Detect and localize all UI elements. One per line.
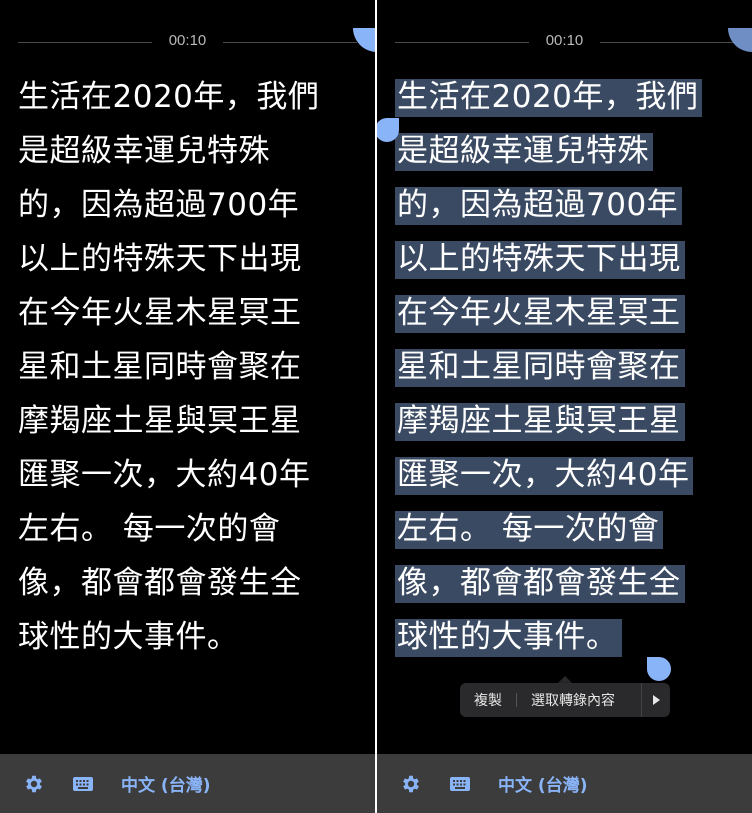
transcript-line: 在今年火星木星冥王: [395, 295, 685, 333]
gear-icon[interactable]: [20, 770, 48, 798]
transcript-line: 摩羯座土星與冥王星: [395, 403, 685, 441]
transcript-line: 以上的特殊天下出現: [18, 241, 302, 277]
transcript-screen-right: 00:10 生活在2020年，我們 是超級幸運兒特殊 的，因為超過700年 以上…: [377, 0, 752, 813]
transcript-line: 生活在2020年，我們: [18, 79, 320, 115]
transcript-line: 球性的大事件。: [395, 619, 622, 657]
transcript-line: 以上的特殊天下出現: [395, 241, 685, 279]
select-transcript-menu-item[interactable]: 選取轉錄內容: [517, 690, 629, 710]
transcript-text-selected[interactable]: 生活在2020年，我們 是超級幸運兒特殊 的，因為超過700年 以上的特殊天下出…: [395, 70, 740, 664]
transcript-screen-left: 00:10 生活在2020年，我們 是超級幸運兒特殊 的，因為超過700年 以上…: [0, 0, 375, 813]
copy-menu-item[interactable]: 複製: [460, 690, 516, 710]
context-menu-pointer: [558, 676, 572, 683]
transcript-line: 摩羯座土星與冥王星: [18, 403, 302, 439]
transcript-line: 匯聚一次，大約40年: [395, 457, 694, 495]
keyboard-icon[interactable]: [69, 770, 97, 798]
timer-divider-right: [223, 42, 357, 43]
selection-context-menu: 複製 選取轉錄內容: [460, 683, 670, 717]
transcript-line: 像，都會都會發生全: [395, 565, 685, 603]
bottom-toolbar: 中文 (台灣): [377, 754, 752, 813]
language-selector[interactable]: 中文 (台灣): [121, 771, 210, 796]
transcript-line: 左右。 每一次的會: [395, 511, 664, 549]
timer-text: 00:10: [545, 32, 584, 49]
transcript-line: 左右。 每一次的會: [18, 511, 281, 547]
transcript-line: 的，因為超過700年: [18, 187, 300, 223]
transcript-text[interactable]: 生活在2020年，我們 是超級幸運兒特殊 的，因為超過700年 以上的特殊天下出…: [18, 70, 363, 664]
transcript-line: 是超級幸運兒特殊: [18, 133, 270, 169]
transcript-line: 的，因為超過700年: [395, 187, 683, 225]
transcript-line: 匯聚一次，大約40年: [18, 457, 311, 493]
transcript-line: 在今年火星木星冥王: [18, 295, 302, 331]
language-selector[interactable]: 中文 (台灣): [498, 771, 587, 796]
transcript-line: 球性的大事件。: [18, 619, 239, 655]
transcript-line: 生活在2020年，我們: [395, 79, 703, 117]
timer-row: 00:10: [18, 26, 357, 58]
keyboard-icon[interactable]: [446, 770, 474, 798]
timer-divider-right: [600, 42, 734, 43]
more-options-arrow-icon[interactable]: [641, 683, 670, 717]
transcript-line: 星和土星同時會聚在: [18, 349, 302, 385]
timer-row: 00:10: [395, 26, 734, 58]
gear-icon[interactable]: [397, 770, 425, 798]
transcript-line: 是超級幸運兒特殊: [395, 133, 653, 171]
bottom-toolbar: 中文 (台灣): [0, 754, 375, 813]
transcript-line: 星和土星同時會聚在: [395, 349, 685, 387]
timer-text: 00:10: [168, 32, 207, 49]
transcript-line: 像，都會都會發生全: [18, 565, 302, 601]
selection-end-handle[interactable]: [647, 657, 671, 681]
